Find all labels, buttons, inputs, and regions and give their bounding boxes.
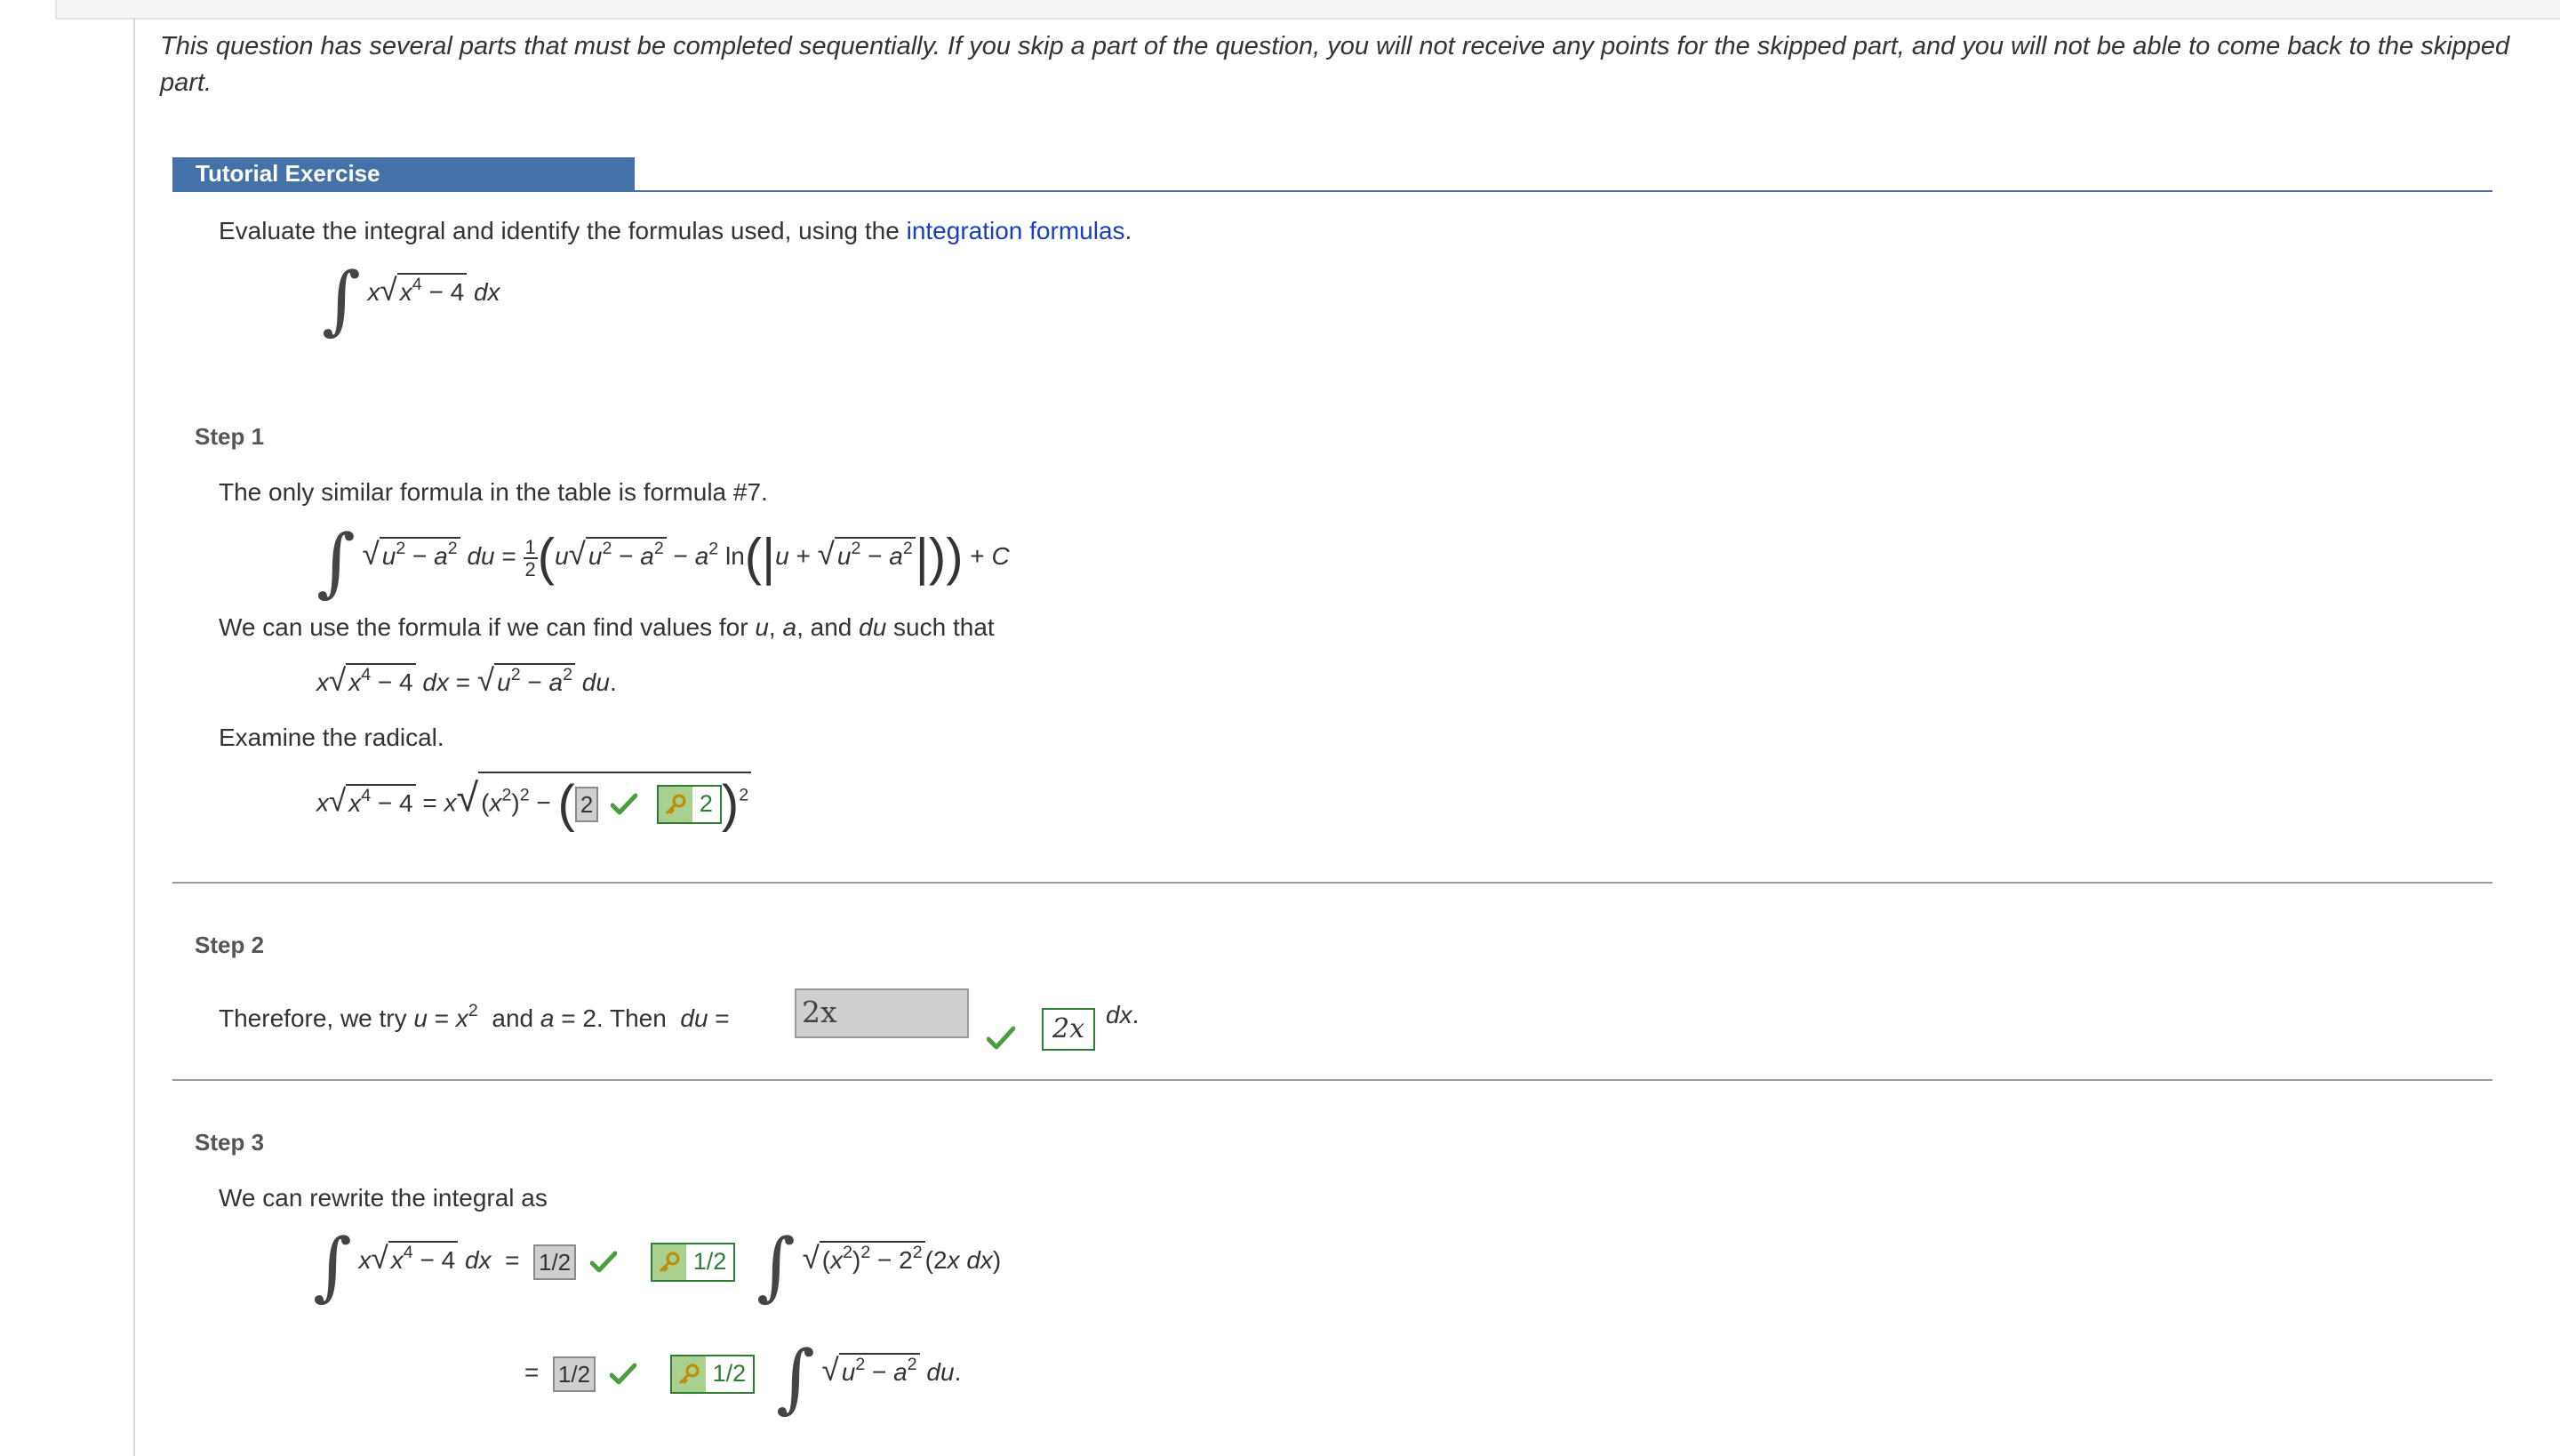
tutorial-rule <box>172 190 2492 192</box>
integral-sign: ∫ <box>313 1222 352 1309</box>
rewrite-line-1: ∫ x√ x4 − 4 dx = 1/2 1/2 ∫ √ (x2)2 − 22 (2x… <box>313 1222 1002 1309</box>
step-1-line-2: We can use the formula if we can find va… <box>219 613 995 641</box>
intro-text: This question has several parts that mus… <box>160 32 2510 97</box>
step-3-answer-field-2[interactable]: 1/2 <box>552 1356 596 1392</box>
integral-sign: ∫ <box>316 518 356 605</box>
checkmark-icon <box>987 1026 1015 1051</box>
main-integral: ∫ x√ x4 − 4 dx <box>322 256 500 343</box>
rewrite-line-2: = 1/2 1/2 ∫ √ u2 − a2 du. <box>524 1334 962 1421</box>
radical-expr: x√ x4 − 4 = x√ (x2)2 − (2 2 )2 <box>316 772 752 830</box>
step-separator <box>172 1079 2492 1081</box>
du-answer-field[interactable]: 2x <box>795 988 969 1038</box>
key-icon <box>671 1356 706 1392</box>
integral-sign: ∫ <box>322 256 361 343</box>
step-3-line-1: We can rewrite the integral as <box>219 1184 548 1212</box>
du-correct-answer: 2x <box>1042 1008 1095 1051</box>
step-3-label: Step 3 <box>195 1129 265 1156</box>
integral-sign: ∫ <box>775 1334 815 1421</box>
tutorial-header: Tutorial Exercise <box>172 157 635 190</box>
step-1-answer-field[interactable]: 2 <box>574 787 599 822</box>
step-1-line-3: Examine the radical. <box>219 724 444 751</box>
prompt-end: . <box>1124 217 1132 244</box>
key-icon <box>658 787 692 822</box>
checkmark-icon <box>611 793 638 816</box>
checkmark-icon <box>589 1251 617 1274</box>
left-rule <box>133 18 135 1456</box>
step-1-line-1: The only similar formula in the table is… <box>219 478 768 506</box>
equivalence-expr: x√ x4 − 4 dx = √ u2 − a2 du. <box>316 663 617 698</box>
step-2-label: Step 2 <box>195 932 265 958</box>
formula-7: ∫ √ u2 − a2 du = 1 2 (u√ u2 − a2 − a2 ln(|u … <box>316 518 1010 605</box>
step-1-correct-answer: 2 <box>656 785 722 824</box>
line-2-text-b: such that <box>886 613 995 641</box>
checkmark-icon <box>609 1363 636 1386</box>
correct-value: 1/2 <box>692 1248 727 1276</box>
step-3-correct-answer-2: 1/2 <box>669 1354 756 1394</box>
step-2-text-a: Therefore, we try <box>219 1004 414 1032</box>
step-3-correct-answer-1: 1/2 <box>650 1242 736 1282</box>
line-2-text-a: We can use the formula if we can find va… <box>219 613 756 641</box>
key-icon <box>652 1244 686 1280</box>
step-2-text: Therefore, we try u = x2 and a = 2. Then… <box>219 1001 730 1032</box>
step-1-label: Step 1 <box>195 423 265 450</box>
prompt: Evaluate the integral and identify the f… <box>219 217 1132 245</box>
step-3-answer-field-1[interactable]: 1/2 <box>532 1244 577 1280</box>
integral-sign: ∫ <box>756 1222 796 1309</box>
correct-value: 2 <box>699 790 713 818</box>
top-strip <box>55 0 2560 20</box>
prompt-text: Evaluate the integral and identify the f… <box>219 217 907 244</box>
dx-label: dx. <box>1106 1001 1140 1028</box>
integration-formulas-link[interactable]: integration formulas <box>907 217 1125 244</box>
correct-value: 1/2 <box>712 1360 747 1388</box>
step-separator <box>172 882 2492 884</box>
